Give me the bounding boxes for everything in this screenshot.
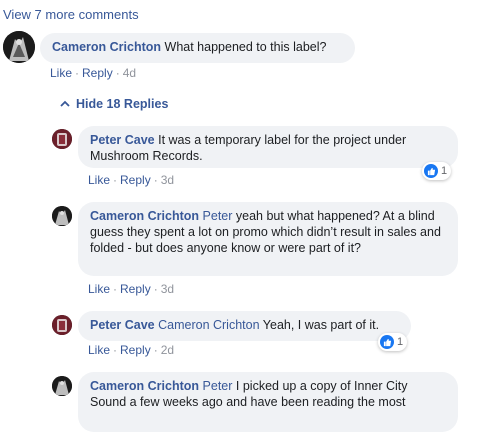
reaction-count: 1: [397, 336, 404, 348]
reply-bubble: Peter Cave Cameron Crichton Yeah, I was …: [78, 311, 411, 341]
reply-link[interactable]: Reply: [120, 282, 151, 296]
like-link[interactable]: Like: [50, 66, 72, 80]
thumbs-up-icon: [380, 335, 394, 349]
reaction-badge[interactable]: 1: [422, 162, 452, 180]
reply-link[interactable]: Reply: [120, 173, 151, 187]
avatar[interactable]: [52, 376, 72, 396]
comment-actions: Like · Reply · 4d: [50, 66, 137, 80]
chevron-up-icon: [60, 97, 70, 111]
like-link[interactable]: Like: [88, 173, 110, 187]
reaction-badge[interactable]: 1: [378, 333, 408, 351]
reply-link[interactable]: Reply: [120, 343, 151, 357]
hide-replies-label: Hide 18 Replies: [76, 97, 169, 111]
reply-link[interactable]: Reply: [82, 66, 113, 80]
reply-actions: Like · Reply · 3d: [88, 173, 175, 187]
avatar[interactable]: [52, 206, 72, 226]
reply-author[interactable]: Peter Cave: [90, 318, 155, 332]
comment-text: What happened to this label?: [164, 40, 327, 54]
reply-text: Yeah, I was part of it.: [262, 318, 380, 332]
view-more-comments-link[interactable]: View 7 more comments: [3, 7, 139, 22]
hide-replies-button[interactable]: Hide 18 Replies: [60, 97, 168, 111]
timestamp[interactable]: 2d: [161, 343, 174, 357]
reply-actions: Like · Reply · 2d: [88, 343, 175, 357]
avatar[interactable]: [3, 31, 35, 63]
mention-link[interactable]: Cameron Crichton: [158, 318, 259, 332]
thumbs-up-icon: [424, 164, 438, 178]
reply-actions: Like · Reply · 3d: [88, 282, 175, 296]
comment-author[interactable]: Cameron Crichton: [52, 40, 161, 54]
avatar[interactable]: [52, 129, 72, 149]
reply-bubble: Peter Cave It was a temporary label for …: [78, 126, 458, 168]
timestamp[interactable]: 4d: [123, 66, 136, 80]
comment-bubble: Cameron Crichton What happened to this l…: [40, 33, 355, 63]
timestamp[interactable]: 3d: [161, 282, 174, 296]
like-link[interactable]: Like: [88, 282, 110, 296]
timestamp[interactable]: 3d: [161, 173, 174, 187]
reply-bubble: Cameron Crichton Peter I picked up a cop…: [78, 372, 458, 432]
avatar[interactable]: [52, 315, 72, 335]
reaction-count: 1: [441, 165, 448, 177]
reply-bubble: Cameron Crichton Peter yeah but what hap…: [78, 202, 458, 276]
reply-author[interactable]: Peter Cave: [90, 133, 155, 147]
reply-author[interactable]: Cameron Crichton: [90, 379, 199, 393]
mention-link[interactable]: Peter: [203, 379, 233, 393]
like-link[interactable]: Like: [88, 343, 110, 357]
mention-link[interactable]: Peter: [203, 209, 233, 223]
reply-author[interactable]: Cameron Crichton: [90, 209, 199, 223]
